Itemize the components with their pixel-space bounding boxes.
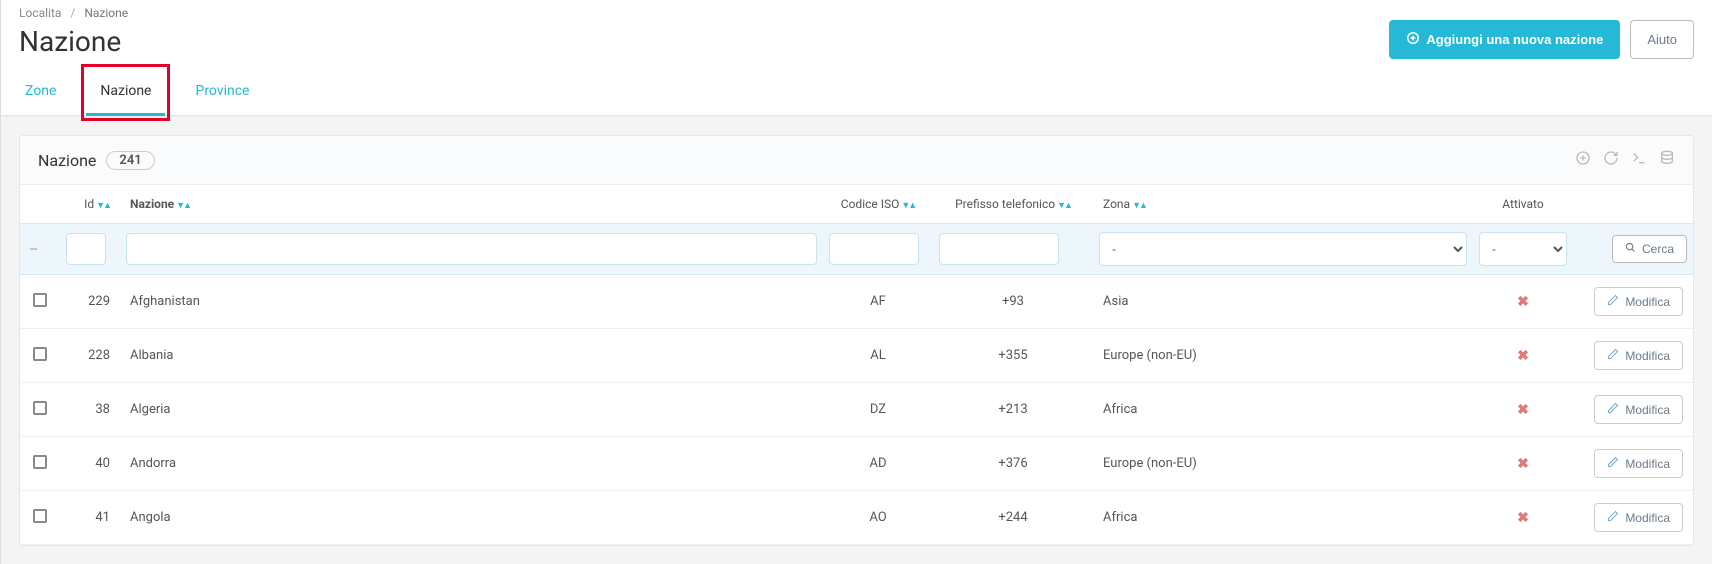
row-iso: AD xyxy=(823,437,933,491)
filter-name-input[interactable] xyxy=(126,233,817,265)
row-id: 229 xyxy=(60,275,120,329)
row-name: Afghanistan xyxy=(120,275,823,329)
bulk-dash: -- xyxy=(26,242,41,257)
row-prefix: +376 xyxy=(933,437,1093,491)
breadcrumb-current: Nazione xyxy=(84,6,128,20)
row-id: 38 xyxy=(60,383,120,437)
breadcrumb-sep: / xyxy=(70,6,75,20)
table-row[interactable]: 38AlgeriaDZ+213Africa ✖ Modifica xyxy=(20,383,1693,437)
help-button[interactable]: Aiuto xyxy=(1630,20,1694,59)
count-badge: 241 xyxy=(106,151,154,170)
pencil-icon xyxy=(1607,294,1619,309)
row-checkbox[interactable] xyxy=(33,401,47,415)
row-checkbox[interactable] xyxy=(33,509,47,523)
pencil-icon xyxy=(1607,348,1619,363)
edit-button[interactable]: Modifica xyxy=(1594,449,1683,478)
sort-icon[interactable]: ▼▲ xyxy=(96,201,110,211)
col-zona[interactable]: Zona xyxy=(1103,197,1130,211)
breadcrumb-parent[interactable]: Localita xyxy=(19,6,61,20)
table-row[interactable]: 40AndorraAD+376Europe (non-EU) ✖ Modifica xyxy=(20,437,1693,491)
row-zone: Asia xyxy=(1093,275,1473,329)
breadcrumb: Localita / Nazione xyxy=(1,0,1712,20)
tab-province[interactable]: Province xyxy=(189,69,255,115)
tab-zone[interactable]: Zone xyxy=(19,69,62,115)
inactive-icon[interactable]: ✖ xyxy=(1517,348,1529,364)
pencil-icon xyxy=(1607,402,1619,417)
table-row[interactable]: 228AlbaniaAL+355Europe (non-EU) ✖ Modifica xyxy=(20,329,1693,383)
row-zone: Europe (non-EU) xyxy=(1093,437,1473,491)
col-attivato: Attivato xyxy=(1502,197,1543,211)
tab-nazione[interactable]: Nazione xyxy=(86,69,165,116)
terminal-icon[interactable] xyxy=(1631,150,1647,170)
edit-button[interactable]: Modifica xyxy=(1594,341,1683,370)
edit-label: Modifica xyxy=(1625,349,1670,363)
row-checkbox[interactable] xyxy=(33,347,47,361)
col-iso[interactable]: Codice ISO xyxy=(841,197,900,211)
sort-icon[interactable]: ▼▲ xyxy=(901,201,915,211)
sort-icon[interactable]: ▼▲ xyxy=(176,201,190,211)
search-label: Cerca xyxy=(1642,242,1674,256)
row-checkbox[interactable] xyxy=(33,293,47,307)
row-iso: AL xyxy=(823,329,933,383)
tabs: Zone Nazione Province xyxy=(1,69,1712,116)
inactive-icon[interactable]: ✖ xyxy=(1517,294,1529,310)
row-id: 228 xyxy=(60,329,120,383)
row-id: 40 xyxy=(60,437,120,491)
row-name: Algeria xyxy=(120,383,823,437)
sort-icon[interactable]: ▼▲ xyxy=(1132,201,1146,211)
filter-attivato-select[interactable]: - xyxy=(1479,232,1567,266)
search-button[interactable]: Cerca xyxy=(1612,235,1687,263)
panel-title: Nazione xyxy=(38,151,96,170)
row-zone: Africa xyxy=(1093,383,1473,437)
row-prefix: +93 xyxy=(933,275,1093,329)
plus-circle-icon xyxy=(1406,31,1420,48)
plus-icon[interactable] xyxy=(1575,150,1591,170)
table-row[interactable]: 229AfghanistanAF+93Asia ✖ Modifica xyxy=(20,275,1693,329)
filter-id-input[interactable] xyxy=(66,233,106,265)
row-iso: AF xyxy=(823,275,933,329)
row-zone: Europe (non-EU) xyxy=(1093,329,1473,383)
col-id[interactable]: Id xyxy=(84,197,94,211)
filter-prefix-input[interactable] xyxy=(939,233,1059,265)
inactive-icon[interactable]: ✖ xyxy=(1517,456,1529,472)
add-nation-label: Aggiungi una nuova nazione xyxy=(1426,32,1603,47)
pencil-icon xyxy=(1607,456,1619,471)
page-title: Nazione xyxy=(19,25,121,58)
search-icon xyxy=(1625,242,1636,256)
edit-label: Modifica xyxy=(1625,295,1670,309)
edit-label: Modifica xyxy=(1625,457,1670,471)
sort-icon[interactable]: ▼▲ xyxy=(1057,201,1071,211)
col-nazione[interactable]: Nazione xyxy=(130,197,174,211)
edit-label: Modifica xyxy=(1625,403,1670,417)
row-checkbox[interactable] xyxy=(33,455,47,469)
row-prefix: +213 xyxy=(933,383,1093,437)
edit-button[interactable]: Modifica xyxy=(1594,395,1683,424)
filter-zona-select[interactable]: - xyxy=(1099,232,1467,266)
add-nation-button[interactable]: Aggiungi una nuova nazione xyxy=(1389,20,1620,59)
row-name: Andorra xyxy=(120,437,823,491)
edit-button[interactable]: Modifica xyxy=(1594,287,1683,316)
col-prefix[interactable]: Prefisso telefonico xyxy=(955,197,1055,211)
row-iso: DZ xyxy=(823,383,933,437)
refresh-icon[interactable] xyxy=(1603,150,1619,170)
inactive-icon[interactable]: ✖ xyxy=(1517,402,1529,418)
filter-iso-input[interactable] xyxy=(829,233,919,265)
row-prefix: +355 xyxy=(933,329,1093,383)
row-name: Albania xyxy=(120,329,823,383)
database-icon[interactable] xyxy=(1659,150,1675,170)
